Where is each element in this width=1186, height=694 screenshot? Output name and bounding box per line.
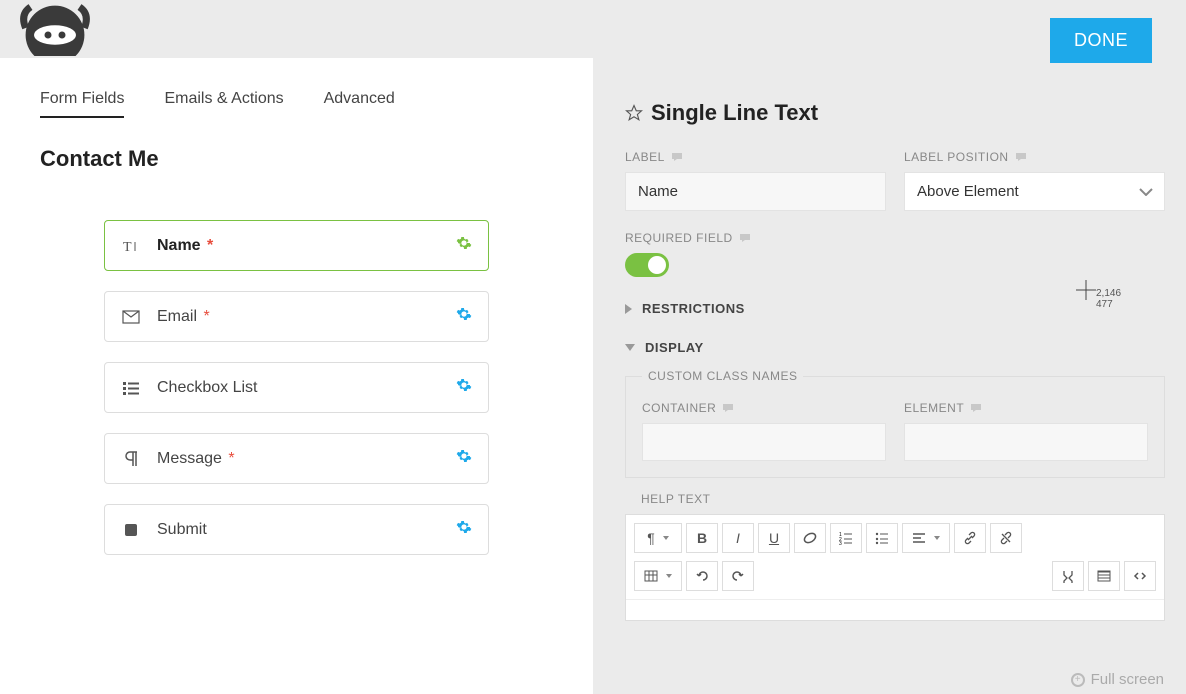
table-button[interactable] bbox=[634, 561, 682, 591]
fullscreen-toggle[interactable]: + Full screen bbox=[1071, 671, 1164, 688]
form-builder-panel: Form Fields Emails & Actions Advanced Co… bbox=[0, 58, 593, 694]
element-class-input[interactable] bbox=[904, 423, 1148, 461]
tab-emails-actions[interactable]: Emails & Actions bbox=[164, 90, 283, 118]
required-heading: REQUIRED FIELD bbox=[625, 231, 1165, 245]
text-icon: T bbox=[121, 236, 141, 256]
editor-content[interactable] bbox=[626, 600, 1164, 620]
element-heading: ELEMENT bbox=[904, 401, 1148, 415]
tab-form-fields[interactable]: Form Fields bbox=[40, 90, 124, 118]
help-text-editor: ¶ B I U 123 bbox=[625, 514, 1165, 621]
field-row[interactable]: Checkbox List bbox=[104, 362, 489, 413]
field-settings-gear-icon[interactable] bbox=[456, 235, 472, 256]
field-settings-gear-icon[interactable] bbox=[456, 306, 472, 327]
field-settings-gear-icon[interactable] bbox=[456, 448, 472, 469]
plus-circle-icon: + bbox=[1071, 673, 1085, 687]
field-label: Submit bbox=[157, 521, 456, 539]
paragraph-icon bbox=[121, 449, 141, 469]
custom-class-fieldset: CUSTOM CLASS NAMES CONTAINER ELEMENT bbox=[625, 369, 1165, 478]
container-class-input[interactable] bbox=[642, 423, 886, 461]
field-row[interactable]: Message * bbox=[104, 433, 489, 484]
help-icon bbox=[739, 233, 751, 243]
field-row[interactable]: Submit bbox=[104, 504, 489, 555]
field-type-title: Single Line Text bbox=[651, 100, 818, 126]
required-toggle[interactable] bbox=[625, 253, 669, 277]
underline-button[interactable]: U bbox=[758, 523, 790, 553]
field-label: Message * bbox=[157, 450, 456, 468]
clear-format-button[interactable] bbox=[794, 523, 826, 553]
display-section[interactable]: DISPLAY bbox=[625, 340, 1165, 355]
source-button[interactable] bbox=[1088, 561, 1120, 591]
svg-text:3: 3 bbox=[839, 541, 842, 545]
tab-advanced[interactable]: Advanced bbox=[324, 90, 395, 118]
italic-button[interactable]: I bbox=[722, 523, 754, 553]
help-icon bbox=[1015, 152, 1027, 162]
redo-button[interactable] bbox=[722, 561, 754, 591]
field-settings-panel: Single Line Text LABEL LABEL POSITION Ab… bbox=[625, 100, 1165, 621]
field-label: Name * bbox=[157, 237, 456, 255]
merge-tag-button[interactable] bbox=[1052, 561, 1084, 591]
help-icon bbox=[970, 403, 982, 413]
paragraph-format-button[interactable]: ¶ bbox=[634, 523, 682, 553]
field-settings-gear-icon[interactable] bbox=[456, 519, 472, 540]
help-icon bbox=[671, 152, 683, 162]
code-button[interactable] bbox=[1124, 561, 1156, 591]
undo-button[interactable] bbox=[686, 561, 718, 591]
square-icon bbox=[121, 520, 141, 540]
expand-icon bbox=[625, 304, 632, 314]
container-heading: CONTAINER bbox=[642, 401, 886, 415]
help-icon bbox=[722, 403, 734, 413]
unlink-button[interactable] bbox=[990, 523, 1022, 553]
align-button[interactable] bbox=[902, 523, 950, 553]
favorite-star-icon[interactable] bbox=[625, 104, 643, 122]
envelope-icon bbox=[121, 307, 141, 327]
restrictions-section[interactable]: RESTRICTIONS bbox=[625, 301, 1165, 316]
link-button[interactable] bbox=[954, 523, 986, 553]
done-button[interactable]: DONE bbox=[1050, 18, 1152, 63]
field-label: Email * bbox=[157, 308, 456, 326]
label-position-select[interactable]: Above Element bbox=[904, 172, 1165, 211]
field-row[interactable]: Email * bbox=[104, 291, 489, 342]
label-heading: LABEL bbox=[625, 150, 886, 164]
label-input[interactable] bbox=[625, 172, 886, 211]
label-position-heading: LABEL POSITION bbox=[904, 150, 1165, 164]
unordered-list-button[interactable] bbox=[866, 523, 898, 553]
field-row[interactable]: T Name * bbox=[104, 220, 489, 271]
ninja-logo bbox=[20, 0, 90, 60]
field-label: Checkbox List bbox=[157, 379, 456, 397]
list-icon bbox=[121, 378, 141, 398]
collapse-icon bbox=[625, 344, 635, 351]
tabs: Form Fields Emails & Actions Advanced bbox=[40, 90, 553, 118]
help-text-heading: HELP TEXT bbox=[625, 492, 1165, 506]
field-settings-gear-icon[interactable] bbox=[456, 377, 472, 398]
ordered-list-button[interactable]: 123 bbox=[830, 523, 862, 553]
form-title: Contact Me bbox=[40, 146, 553, 172]
bold-button[interactable]: B bbox=[686, 523, 718, 553]
svg-text:T: T bbox=[123, 240, 132, 255]
